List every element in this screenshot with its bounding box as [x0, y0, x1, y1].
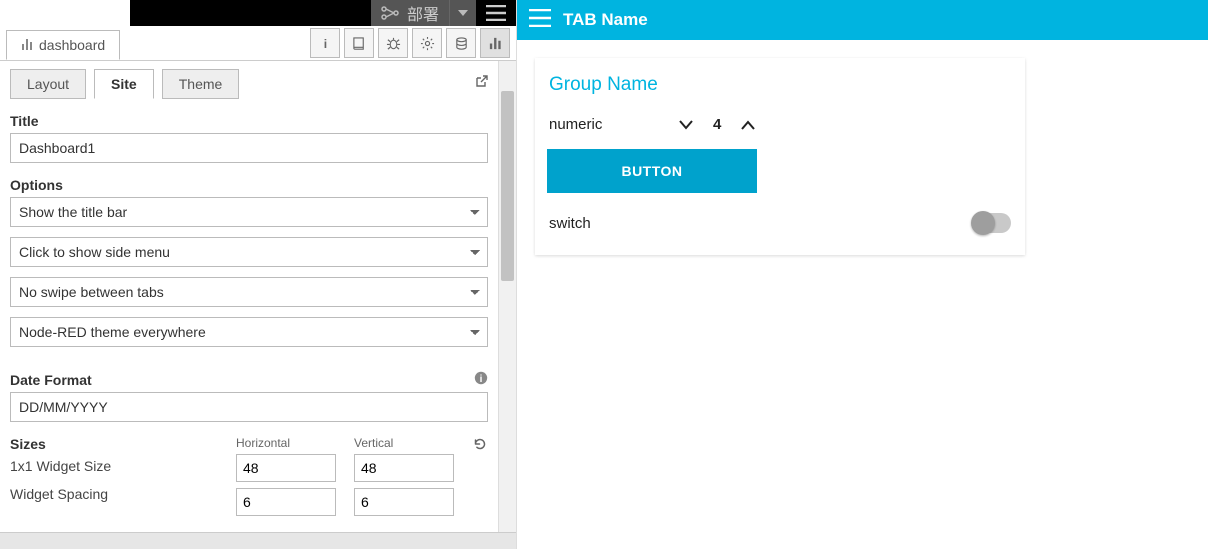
book-icon: [352, 36, 367, 51]
svg-text:i: i: [480, 374, 483, 385]
widget-spacing-h-input[interactable]: [236, 488, 336, 516]
vertical-label: Vertical: [354, 436, 454, 450]
tab-layout[interactable]: Layout: [10, 69, 86, 99]
svg-text:i: i: [323, 37, 326, 51]
sizes-label: Sizes: [10, 436, 216, 452]
widget-spacing-v-input[interactable]: [354, 488, 454, 516]
undo-icon: [472, 436, 488, 452]
dashboard-tab-title: TAB Name: [563, 10, 648, 30]
deploy-label: 部署: [407, 1, 439, 25]
option-titlebar-select[interactable]: Show the title bar: [10, 197, 488, 227]
tab-site[interactable]: Site: [94, 69, 154, 99]
editor-footer: [0, 532, 516, 549]
sidebar-context-button[interactable]: [446, 28, 476, 58]
editor-topbar: 部署: [0, 0, 516, 26]
switch-toggle[interactable]: [973, 213, 1011, 233]
main-menu-button[interactable]: [476, 0, 516, 26]
logo-area: [0, 0, 130, 26]
bar-chart-icon: [21, 38, 33, 53]
deploy-button[interactable]: 部署: [371, 0, 449, 26]
numeric-widget: numeric 4: [547, 110, 1013, 149]
title-label: Title: [10, 113, 488, 129]
scrollbar[interactable]: [498, 61, 516, 532]
tab-theme[interactable]: Theme: [162, 69, 240, 99]
option-swipe-select[interactable]: No swipe between tabs: [10, 277, 488, 307]
flow-tabs-bar: dashboard i: [0, 26, 516, 61]
database-icon: [454, 36, 469, 51]
dashboard-group-card: Group Name numeric 4 BUTTON switch: [535, 58, 1025, 255]
option-sidemenu-select[interactable]: Click to show side menu: [10, 237, 488, 267]
option-theme-select[interactable]: Node-RED theme everywhere: [10, 317, 488, 347]
dateformat-label: Date Format i: [10, 371, 488, 388]
sizes-reset-button[interactable]: [472, 436, 488, 522]
numeric-value: 4: [713, 116, 721, 133]
dateformat-input[interactable]: [10, 392, 488, 422]
open-dashboard-link[interactable]: [474, 75, 488, 94]
external-link-icon: [474, 75, 488, 89]
dashboard-menu-button[interactable]: [529, 9, 551, 32]
sidebar-debug-button[interactable]: [378, 28, 408, 58]
sidebar-config-button[interactable]: [412, 28, 442, 58]
sidebar-help-button[interactable]: [344, 28, 374, 58]
hamburger-icon: [529, 9, 551, 27]
numeric-decrement[interactable]: [677, 120, 695, 130]
deploy-menu-caret[interactable]: [449, 0, 476, 26]
sidebar-info-button[interactable]: i: [310, 28, 340, 58]
gear-icon: [420, 36, 435, 51]
scrollbar-thumb[interactable]: [501, 91, 514, 281]
numeric-increment[interactable]: [739, 120, 757, 130]
caret-down-icon: [458, 10, 468, 16]
info-icon[interactable]: i: [474, 371, 488, 388]
chevron-down-icon: [679, 120, 693, 130]
widget-size-h-input[interactable]: [236, 454, 336, 482]
widget-spacing-label: Widget Spacing: [10, 480, 216, 508]
dashboard-button[interactable]: BUTTON: [547, 149, 757, 193]
options-label: Options: [10, 177, 488, 193]
group-title: Group Name: [547, 72, 1013, 110]
chevron-up-icon: [741, 120, 755, 130]
switch-label: switch: [549, 215, 973, 232]
dashboard-header: TAB Name: [517, 0, 1208, 40]
info-icon: i: [318, 36, 333, 51]
bug-icon: [386, 36, 401, 51]
flow-tab-dashboard[interactable]: dashboard: [6, 30, 120, 60]
sidebar-dashboard-button[interactable]: [480, 28, 510, 58]
dashboard-body: Group Name numeric 4 BUTTON switch: [517, 40, 1208, 549]
flow-tab-label: dashboard: [39, 37, 105, 53]
numeric-label: numeric: [549, 116, 659, 133]
widget-size-v-input[interactable]: [354, 454, 454, 482]
horizontal-label: Horizontal: [236, 436, 336, 450]
title-input[interactable]: [10, 133, 488, 163]
bar-chart-icon: [488, 36, 503, 51]
hamburger-icon: [486, 5, 506, 21]
deploy-icon: [381, 6, 399, 20]
switch-widget: switch: [547, 193, 1013, 237]
dashboard-config-panel: Layout Site Theme Title Options Show the…: [0, 61, 498, 532]
widget-size-label: 1x1 Widget Size: [10, 452, 216, 480]
config-subtabs: Layout Site Theme: [10, 69, 488, 99]
